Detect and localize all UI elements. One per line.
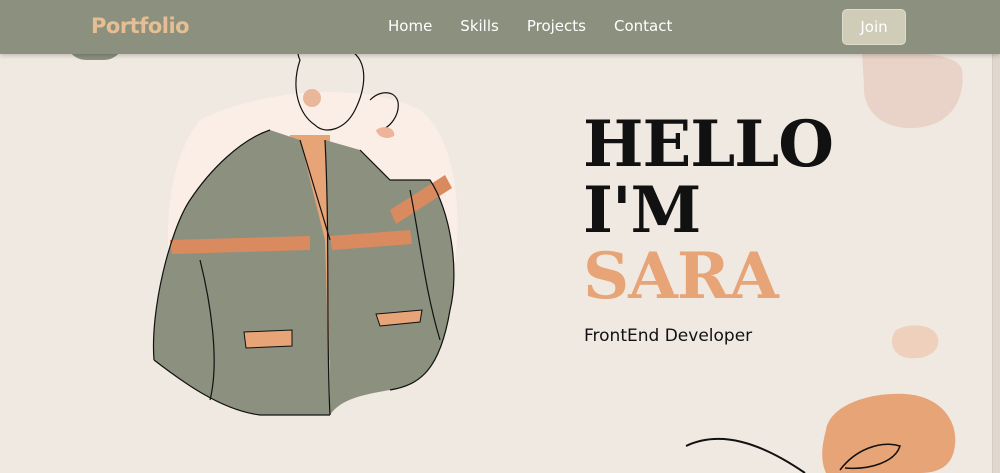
nav-link-home[interactable]: Home: [388, 17, 432, 35]
hero-line-hello: HELLO: [583, 107, 834, 182]
top-right-pink-blob: [862, 52, 963, 129]
nav-link-skills[interactable]: Skills: [460, 17, 499, 35]
brand-logo[interactable]: Portfolio: [91, 14, 190, 38]
portfolio-page: Portfolio Home Skills Projects Contact J…: [0, 0, 1000, 473]
pocket-left: [243, 329, 293, 349]
black-line-curve: [685, 438, 806, 473]
small-peach-blob: [892, 325, 939, 359]
hero-subtitle: FrontEnd Developer: [584, 326, 753, 346]
hero-heading: HELLO I'M SARA: [583, 107, 834, 314]
nav-link-contact[interactable]: Contact: [614, 17, 672, 35]
scrollbar-track[interactable]: [992, 54, 1000, 473]
nav-link-projects[interactable]: Projects: [527, 17, 586, 35]
nav-links: Home Skills Projects Contact: [388, 17, 672, 35]
orange-blob: [822, 393, 956, 473]
hero-line-im: I'M: [583, 173, 701, 248]
navbar: Portfolio Home Skills Projects Contact J…: [0, 0, 1000, 54]
join-button[interactable]: Join: [842, 9, 906, 45]
cheek-blush: [303, 89, 321, 107]
woman-illustration: [152, 40, 458, 416]
hero-name: SARA: [583, 239, 779, 314]
